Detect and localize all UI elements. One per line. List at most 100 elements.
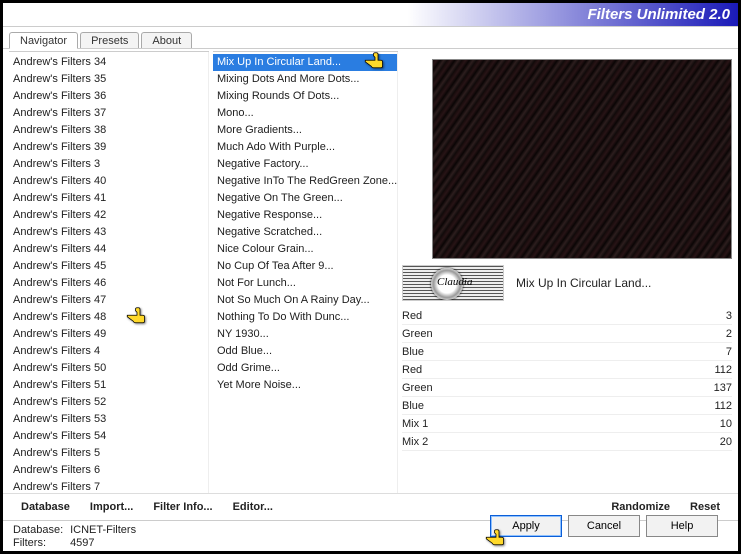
category-item[interactable]: Andrew's Filters 34 [9,54,208,71]
category-item[interactable]: Andrew's Filters 40 [9,173,208,190]
category-item[interactable]: Andrew's Filters 6 [9,462,208,479]
status-database-label: Database: [13,524,67,537]
slider-track[interactable] [460,364,698,376]
filter-item[interactable]: NY 1930... [213,326,397,343]
slider-value: 112 [698,364,732,376]
slider-value: 137 [698,382,732,394]
filter-item[interactable]: Nice Colour Grain... [213,241,397,258]
slider-row[interactable]: Blue 7 [402,343,732,361]
category-item[interactable]: Andrew's Filters 5 [9,445,208,462]
filter-item[interactable]: Mixing Dots And More Dots... [213,71,397,88]
main-content: Andrew's Filters 34Andrew's Filters 35An… [3,49,738,493]
slider-row[interactable]: Mix 1 10 [402,415,732,433]
filter-item[interactable]: Much Ado With Purple... [213,139,397,156]
slider-track[interactable] [460,400,698,412]
filter-item[interactable]: Negative Factory... [213,156,397,173]
filter-item[interactable]: Odd Grime... [213,360,397,377]
category-item[interactable]: Andrew's Filters 47 [9,292,208,309]
preview-column: Claudia Mix Up In Circular Land... Red3G… [402,51,732,493]
help-button[interactable]: Help [646,515,718,537]
current-filter-name: Mix Up In Circular Land... [516,276,651,290]
slider-track[interactable] [460,418,698,430]
category-item[interactable]: Andrew's Filters 44 [9,241,208,258]
slider-label: Blue [402,346,460,358]
filter-item[interactable]: Negative On The Green... [213,190,397,207]
category-item[interactable]: Andrew's Filters 4 [9,343,208,360]
slider-row[interactable]: Red3 [402,307,732,325]
category-item[interactable]: Andrew's Filters 36 [9,88,208,105]
filter-item[interactable]: Negative Scratched... [213,224,397,241]
slider-row[interactable]: Blue112 [402,397,732,415]
slider-track[interactable] [460,346,698,358]
category-item[interactable]: Andrew's Filters 45 [9,258,208,275]
filter-info-button[interactable]: Filter Info... [145,498,220,516]
slider-track[interactable] [460,310,698,322]
category-item[interactable]: Andrew's Filters 52 [9,394,208,411]
category-item[interactable]: Andrew's Filters 42 [9,207,208,224]
tab-presets[interactable]: Presets [80,32,139,48]
tab-strip: NavigatorPresetsAbout [3,27,738,49]
slider-value: 20 [698,436,732,448]
filter-item[interactable]: More Gradients... [213,122,397,139]
slider-label: Mix 2 [402,436,460,448]
slider-row[interactable]: Red 112 [402,361,732,379]
status-database-value: ICNET-Filters [70,524,136,536]
category-list[interactable]: Andrew's Filters 34Andrew's Filters 35An… [9,52,209,493]
tab-navigator[interactable]: Navigator [9,32,78,49]
filter-item[interactable]: Nothing To Do With Dunc... [213,309,397,326]
filter-item[interactable]: Yet More Noise... [213,377,397,394]
editor-button[interactable]: Editor... [225,498,281,516]
category-item[interactable]: Andrew's Filters 7 [9,479,208,493]
title-bar: Filters Unlimited 2.0 [3,3,738,27]
slider-track[interactable] [460,328,698,340]
category-item[interactable]: Andrew's Filters 39 [9,139,208,156]
preview-image [432,59,732,259]
category-item[interactable]: Andrew's Filters 38 [9,122,208,139]
category-item[interactable]: Andrew's Filters 43 [9,224,208,241]
app-title: Filters Unlimited 2.0 [587,6,730,23]
category-item[interactable]: Andrew's Filters 53 [9,411,208,428]
slider-value: 7 [698,346,732,358]
category-item[interactable]: Andrew's Filters 37 [9,105,208,122]
slider-label: Red [402,364,460,376]
filter-item[interactable]: Mix Up In Circular Land... [213,54,397,71]
import-button[interactable]: Import... [82,498,141,516]
slider-row[interactable]: Mix 2 20 [402,433,732,451]
preview-title-row: Claudia Mix Up In Circular Land... [402,265,732,301]
filter-item[interactable]: Negative Response... [213,207,397,224]
slider-value: 2 [698,328,732,340]
filter-item[interactable]: Not So Much On A Rainy Day... [213,292,397,309]
tab-about[interactable]: About [141,32,192,48]
filter-item[interactable]: No Cup Of Tea After 9... [213,258,397,275]
filter-item[interactable]: Negative InTo The RedGreen Zone... [213,173,397,190]
category-item[interactable]: Andrew's Filters 49 [9,326,208,343]
category-item[interactable]: Andrew's Filters 51 [9,377,208,394]
filter-item[interactable]: Mono... [213,105,397,122]
category-item[interactable]: Andrew's Filters 3 [9,156,208,173]
filter-column: Mix Up In Circular Land...Mixing Dots An… [213,51,398,493]
slider-value: 3 [698,310,732,322]
category-item[interactable]: Andrew's Filters 48 [9,309,208,326]
category-item[interactable]: Andrew's Filters 41 [9,190,208,207]
slider-label: Mix 1 [402,418,460,430]
filter-list[interactable]: Mix Up In Circular Land...Mixing Dots An… [213,52,398,493]
slider-track[interactable] [460,436,698,448]
slider-value: 10 [698,418,732,430]
category-item[interactable]: Andrew's Filters 35 [9,71,208,88]
filter-item[interactable]: Not For Lunch... [213,275,397,292]
category-item[interactable]: Andrew's Filters 46 [9,275,208,292]
filter-item[interactable]: Odd Blue... [213,343,397,360]
slider-row[interactable]: Green2 [402,325,732,343]
category-item[interactable]: Andrew's Filters 50 [9,360,208,377]
apply-button[interactable]: Apply [490,515,562,537]
slider-track[interactable] [460,382,698,394]
slider-label: Blue [402,400,460,412]
claudia-logo: Claudia [402,265,504,301]
slider-row[interactable]: Green137 [402,379,732,397]
filter-item[interactable]: Mixing Rounds Of Dots... [213,88,397,105]
database-button[interactable]: Database [13,498,78,516]
category-item[interactable]: Andrew's Filters 54 [9,428,208,445]
pointer-icon [125,307,149,325]
cancel-button[interactable]: Cancel [568,515,640,537]
status-filters-value: 4597 [70,537,94,549]
